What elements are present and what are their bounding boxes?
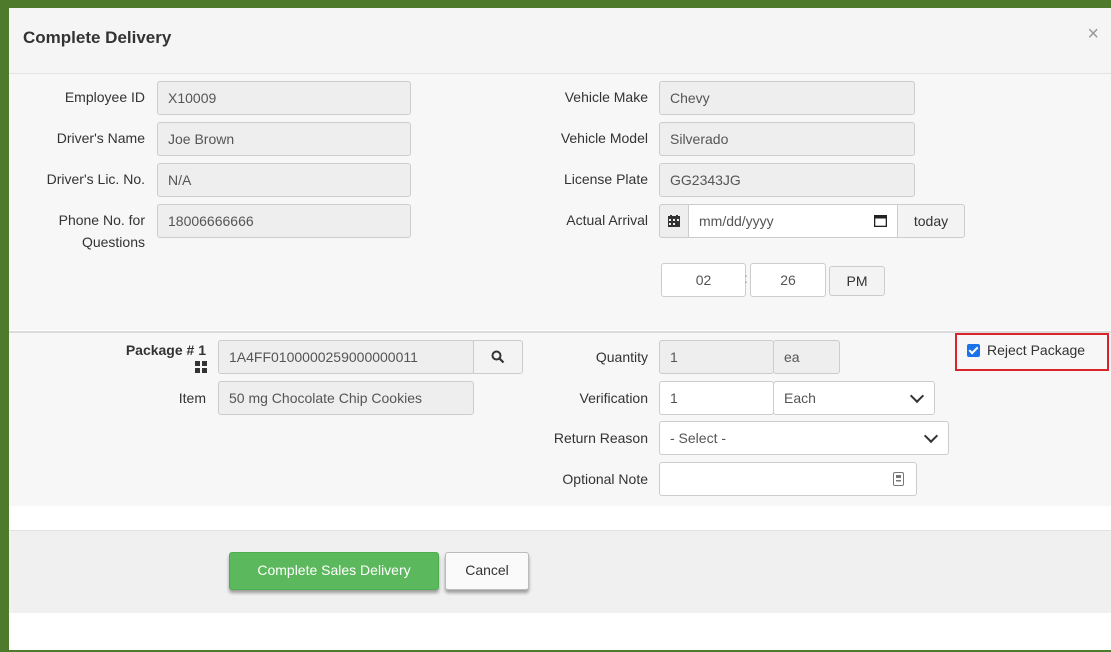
note-icon[interactable] [893,472,904,486]
return-reason-select[interactable]: - Select - [659,421,949,455]
optional-note-input[interactable] [659,462,917,496]
driver-license-field: N/A [157,163,411,197]
package-search-button[interactable] [473,340,523,374]
close-icon[interactable]: × [1087,24,1099,44]
arrival-date-input[interactable]: mm/dd/yyyy [688,204,898,238]
calendar-icon [668,215,680,227]
employee-id-field: X10009 [157,81,411,115]
verification-label: Verification [579,390,648,406]
reject-package-label[interactable]: Reject Package [987,342,1085,358]
modal-footer [9,530,1111,613]
arrival-minute-input[interactable]: 26 [750,263,826,297]
return-reason-value: - Select - [670,430,727,446]
modal-title: Complete Delivery [23,28,172,47]
calendar-addon[interactable] [659,204,689,238]
chevron-down-icon [909,388,925,404]
item-label: Item [178,390,206,406]
phone-label-line1: Phone No. for [58,212,145,228]
date-picker-icon[interactable] [874,215,887,227]
optional-note-label: Optional Note [562,471,648,487]
reject-package-highlight: Reject Package [955,333,1109,371]
quantity-field: 1 [659,340,774,374]
verification-unit-select[interactable]: Each [773,381,935,415]
driver-name-field: Joe Brown [157,122,411,156]
grid-icon [195,361,207,373]
employee-id-label: Employee ID [64,89,145,105]
complete-delivery-modal: Complete Delivery × Employee ID X10009 D… [9,8,1111,650]
today-button[interactable]: today [897,204,965,238]
license-plate-label: License Plate [563,171,648,187]
reject-package-checkbox[interactable] [967,344,980,357]
driver-license-label: Driver's Lic. No. [46,171,145,187]
chevron-down-icon [923,428,939,444]
vehicle-model-field: Silverado [659,122,915,156]
verification-input[interactable]: 1 [659,381,774,415]
search-icon [491,350,505,364]
vehicle-make-label: Vehicle Make [564,89,648,105]
quantity-unit-field: ea [773,340,840,374]
driver-name-label: Driver's Name [56,130,145,146]
vehicle-model-label: Vehicle Model [560,130,648,146]
package-number-label: Package # 1 [125,342,206,358]
arrival-date-placeholder: mm/dd/yyyy [699,213,774,229]
time-separator: : [744,270,748,286]
item-field: 50 mg Chocolate Chip Cookies [218,381,474,415]
ampm-toggle-button[interactable]: PM [829,266,885,296]
cancel-button[interactable]: Cancel [445,552,529,590]
return-reason-label: Return Reason [553,430,648,446]
vehicle-make-field: Chevy [659,81,915,115]
package-id-field: 1A4FF0100000259000000011 [218,340,474,374]
arrival-hour-input[interactable]: 02 [661,263,746,297]
phone-field: 18006666666 [157,204,411,238]
quantity-label: Quantity [595,349,648,365]
modal-header: Complete Delivery × [9,8,1111,74]
actual-arrival-label: Actual Arrival [566,212,648,228]
complete-sales-delivery-button[interactable]: Complete Sales Delivery [229,552,439,590]
license-plate-field: GG2343JG [659,163,915,197]
phone-label-line2: Questions [81,234,145,250]
verification-unit-value: Each [784,390,816,406]
